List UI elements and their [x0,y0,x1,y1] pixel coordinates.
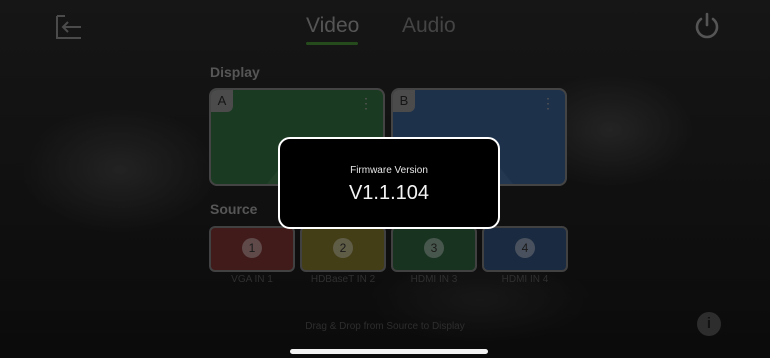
firmware-version-value: V1.1.104 [348,182,430,204]
firmware-version-dialog: Firmware Version V1.1.104 [278,137,500,229]
firmware-version-label: Firmware Version [350,165,428,176]
home-indicator[interactable] [290,349,488,354]
